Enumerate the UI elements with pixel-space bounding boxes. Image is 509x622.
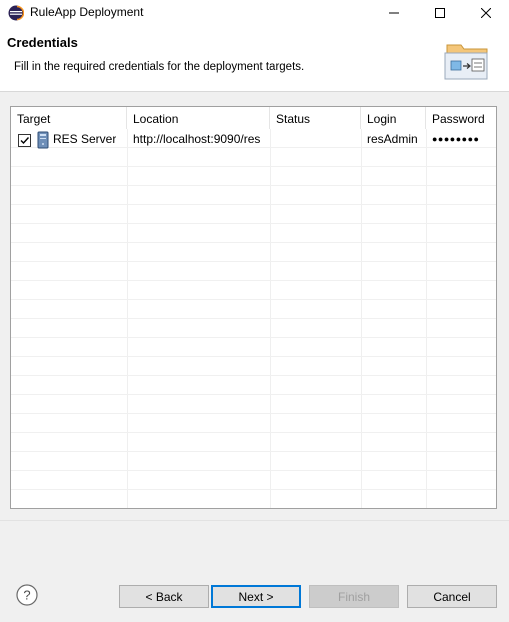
empty-table-row: [11, 281, 496, 300]
maximize-icon: [435, 7, 445, 18]
help-icon[interactable]: ?: [16, 584, 38, 606]
credentials-table[interactable]: Target Location Status Login Password RE…: [10, 106, 497, 509]
empty-table-row: [11, 452, 496, 471]
empty-table-row: [11, 376, 496, 395]
wizard-banner-icon: [444, 44, 488, 80]
back-button[interactable]: < Back: [119, 585, 209, 608]
eclipse-icon: [8, 5, 24, 21]
empty-table-row: [11, 262, 496, 281]
empty-table-row: [11, 148, 496, 167]
login-cell[interactable]: resAdmin: [367, 132, 418, 146]
empty-table-row: [11, 433, 496, 452]
empty-table-row: [11, 338, 496, 357]
window-title: RuleApp Deployment: [30, 5, 144, 19]
server-icon: [37, 131, 49, 149]
empty-table-row: [11, 471, 496, 490]
cancel-button[interactable]: Cancel: [407, 585, 497, 608]
empty-table-row: [11, 300, 496, 319]
empty-table-row: [11, 205, 496, 224]
wizard-header: Credentials Fill in the required credent…: [0, 25, 509, 92]
minimize-icon: [389, 12, 399, 13]
empty-table-row: [11, 224, 496, 243]
checkmark-icon: [20, 137, 30, 145]
empty-table-row: [11, 357, 496, 376]
empty-table-row: [11, 167, 496, 186]
column-header-location[interactable]: Location: [127, 107, 270, 129]
password-cell[interactable]: ●●●●●●●●: [432, 134, 480, 144]
page-title: Credentials: [7, 35, 78, 50]
title-bar: RuleApp Deployment: [0, 0, 509, 25]
table-row[interactable]: RES Server http://localhost:9090/res res…: [11, 129, 496, 148]
minimize-button[interactable]: [371, 0, 417, 25]
column-header-status[interactable]: Status: [270, 107, 361, 129]
close-button[interactable]: [463, 0, 509, 25]
svg-text:?: ?: [23, 588, 30, 603]
empty-table-row: [11, 319, 496, 338]
target-cell: RES Server: [53, 132, 117, 146]
empty-table-row: [11, 243, 496, 262]
column-header-login[interactable]: Login: [361, 107, 426, 129]
empty-table-row: [11, 395, 496, 414]
location-cell[interactable]: http://localhost:9090/res: [133, 132, 266, 146]
finish-button: Finish: [309, 585, 399, 608]
empty-table-row: [11, 186, 496, 205]
empty-table-row: [11, 414, 496, 433]
page-description: Fill in the required credentials for the…: [14, 61, 305, 73]
column-header-target[interactable]: Target: [11, 107, 127, 129]
next-button[interactable]: Next >: [211, 585, 301, 608]
target-checkbox[interactable]: [18, 134, 31, 147]
maximize-button[interactable]: [417, 0, 463, 25]
close-icon: [481, 7, 491, 18]
column-header-password[interactable]: Password: [426, 107, 496, 129]
